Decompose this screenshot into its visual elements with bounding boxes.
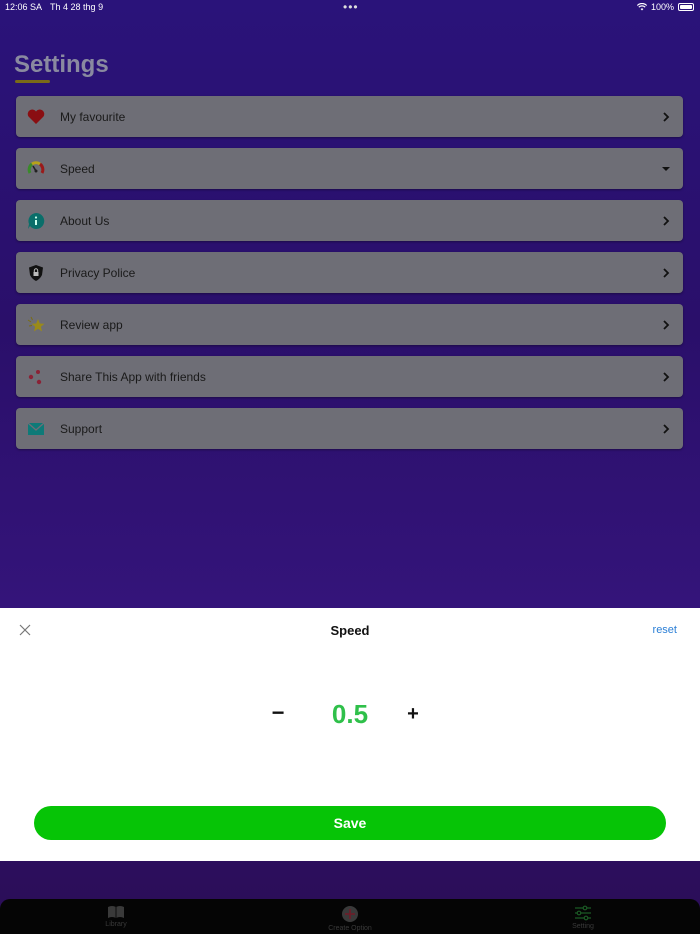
tab-label: Library bbox=[105, 921, 127, 928]
status-bar: 12:06 SA Th 4 28 thg 9 ••• 100% bbox=[0, 0, 700, 14]
share-icon bbox=[26, 367, 46, 387]
mail-icon bbox=[26, 419, 46, 439]
settings-item-label: Speed bbox=[60, 161, 95, 176]
battery-icon bbox=[678, 3, 694, 11]
settings-list: My favourite Speed About Us Privacy Poli… bbox=[16, 96, 683, 460]
speed-value: 0.5 bbox=[331, 699, 369, 729]
multitasking-dots[interactable]: ••• bbox=[343, 0, 359, 14]
settings-item-about-us[interactable]: About Us bbox=[16, 200, 683, 241]
chevron-right-icon bbox=[663, 111, 670, 122]
settings-item-support[interactable]: Support bbox=[16, 408, 683, 449]
chevron-right-icon bbox=[663, 319, 670, 330]
status-date: Th 4 28 thg 9 bbox=[50, 2, 104, 12]
tab-label: Create Option bbox=[328, 925, 372, 932]
tab-library[interactable]: Library bbox=[56, 905, 176, 928]
wifi-icon bbox=[636, 3, 647, 11]
settings-item-my-favourite[interactable]: My favourite bbox=[16, 96, 683, 137]
chevron-down-icon bbox=[662, 166, 670, 171]
settings-item-speed[interactable]: Speed bbox=[16, 148, 683, 189]
speedometer-icon bbox=[26, 159, 46, 179]
info-icon bbox=[26, 211, 46, 231]
battery-percent: 100% bbox=[650, 2, 674, 12]
settings-item-label: About Us bbox=[60, 213, 110, 228]
chevron-right-icon bbox=[663, 371, 670, 382]
settings-item-label: Privacy Police bbox=[60, 265, 136, 280]
chevron-right-icon bbox=[663, 215, 670, 226]
increment-button[interactable]: + bbox=[403, 696, 423, 732]
decrement-button[interactable]: − bbox=[268, 696, 288, 732]
sliders-icon bbox=[575, 905, 591, 921]
save-button[interactable]: Save bbox=[34, 806, 666, 840]
tab-label: Setting bbox=[572, 923, 594, 930]
reset-button[interactable]: reset bbox=[653, 624, 677, 636]
heart-icon bbox=[26, 107, 46, 127]
chevron-right-icon bbox=[663, 423, 670, 434]
tab-create-option[interactable]: Create Option bbox=[290, 905, 410, 932]
settings-item-privacy-police[interactable]: Privacy Police bbox=[16, 252, 683, 293]
settings-item-label: Share This App with friends bbox=[60, 369, 206, 384]
shield-lock-icon bbox=[26, 263, 46, 283]
star-icon bbox=[26, 315, 46, 335]
speed-stepper: − 0.5 + bbox=[0, 696, 700, 732]
settings-item-label: My favourite bbox=[60, 109, 126, 124]
page-title: Settings bbox=[14, 51, 109, 78]
add-circle-icon bbox=[342, 906, 358, 922]
title-underline bbox=[15, 80, 50, 83]
settings-item-label: Support bbox=[60, 421, 103, 436]
settings-item-share-app[interactable]: Share This App with friends bbox=[16, 356, 683, 397]
book-icon bbox=[108, 906, 124, 918]
tab-setting[interactable]: Setting bbox=[523, 905, 643, 930]
chevron-right-icon bbox=[663, 267, 670, 278]
settings-item-review-app[interactable]: Review app bbox=[16, 304, 683, 345]
settings-item-label: Review app bbox=[60, 317, 123, 332]
status-time: 12:06 SA bbox=[5, 2, 43, 12]
sheet-title: Speed bbox=[330, 623, 370, 638]
tab-bar: Library Create Option Setting bbox=[0, 899, 700, 934]
speed-sheet: Speed reset − 0.5 + Save bbox=[0, 608, 700, 861]
